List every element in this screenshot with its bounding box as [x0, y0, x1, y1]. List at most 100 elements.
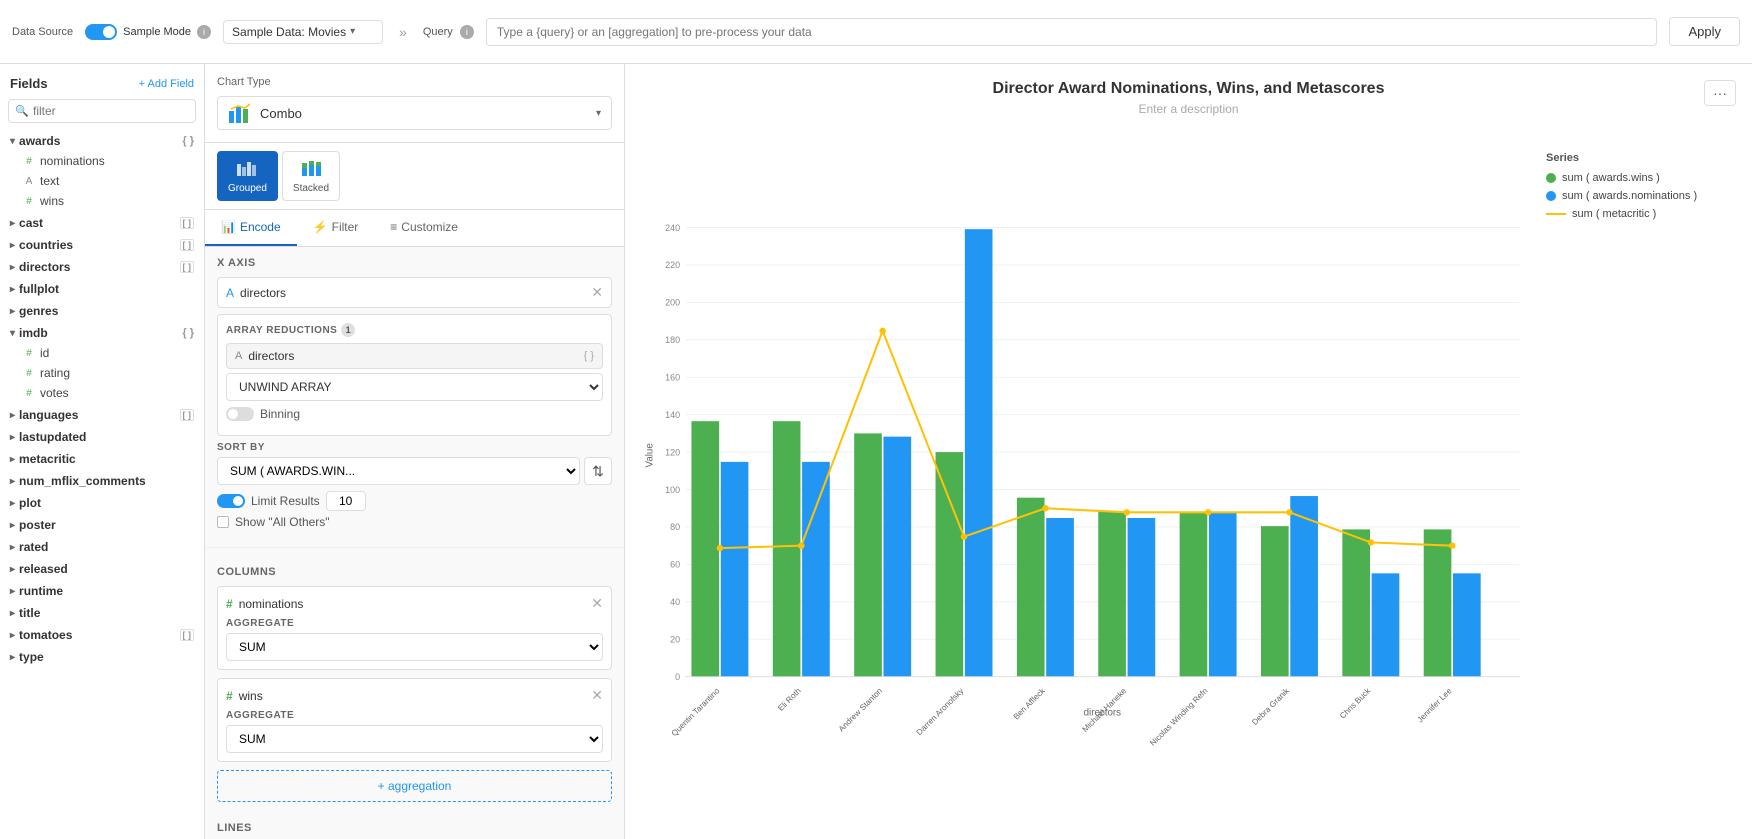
stacked-icon: [300, 158, 322, 181]
nominations-field-delete-button[interactable]: ✕: [591, 595, 603, 612]
field-group-header-runtime[interactable]: ▸ runtime: [0, 581, 204, 601]
field-group-plot: ▸ plot: [0, 493, 204, 513]
search-icon: 🔍: [15, 105, 29, 118]
data-source-select[interactable]: Sample Data: Movies ▾: [223, 20, 383, 44]
field-item-rating[interactable]: # rating: [0, 363, 204, 383]
field-item-id[interactable]: # id: [0, 343, 204, 363]
sort-direction-button[interactable]: ⇅: [584, 457, 612, 485]
field-item-text[interactable]: A text: [0, 171, 204, 191]
limit-results-input[interactable]: [326, 491, 366, 511]
field-group-header-countries[interactable]: ▸ countries [ ]: [0, 235, 204, 255]
field-group-header-plot[interactable]: ▸ plot: [0, 493, 204, 513]
field-group-header-released[interactable]: ▸ released: [0, 559, 204, 579]
show-all-others-checkbox[interactable]: [217, 516, 229, 528]
field-item-votes[interactable]: # votes: [0, 383, 204, 403]
nominations-aggregate-dropdown[interactable]: SUM AVG COUNT MIN MAX: [226, 633, 603, 661]
field-group-header-num-mflix[interactable]: ▸ num_mflix_comments: [0, 471, 204, 491]
tab-stacked[interactable]: Stacked: [282, 151, 340, 201]
chart-type-select[interactable]: Combo ▾: [217, 96, 612, 130]
svg-text:Jennifer Lee: Jennifer Lee: [1416, 686, 1454, 724]
apply-button[interactable]: Apply: [1669, 17, 1740, 46]
combo-chart-icon: [228, 103, 252, 123]
group-name-runtime: runtime: [19, 584, 63, 598]
expand-icon-runtime: ▸: [10, 586, 15, 597]
bar-affleck-wins: [1017, 498, 1045, 677]
field-group-header-type[interactable]: ▸ type: [0, 647, 204, 667]
tab-filter[interactable]: ⚡ Filter: [297, 210, 375, 246]
wins-field-delete-button[interactable]: ✕: [591, 687, 603, 704]
meta-dot-2: [879, 328, 886, 335]
sample-mode-info[interactable]: i: [197, 25, 211, 39]
field-icon-votes: #: [22, 386, 36, 400]
field-group-cast: ▸ cast [ ]: [0, 213, 204, 233]
query-input[interactable]: [486, 18, 1658, 46]
svg-text:140: 140: [665, 410, 680, 420]
expand-icon-cast: ▸: [10, 218, 15, 229]
svg-text:Debra Granik: Debra Granik: [1250, 686, 1291, 727]
svg-text:Ben Affleck: Ben Affleck: [1012, 686, 1048, 722]
unwind-select: UNWIND ARRAY COUNT JOIN: [226, 373, 603, 401]
svg-text:Andrew Stanton: Andrew Stanton: [837, 686, 884, 733]
svg-text:240: 240: [665, 223, 680, 233]
expand-icon-languages: ▸: [10, 410, 15, 421]
unwind-dropdown[interactable]: UNWIND ARRAY COUNT JOIN: [226, 373, 603, 401]
x-axis-field-delete-button[interactable]: ✕: [591, 284, 603, 301]
binning-toggle[interactable]: [226, 407, 254, 421]
tab-customize[interactable]: ≡ Customize: [374, 210, 474, 246]
tab-grouped[interactable]: Grouped: [217, 151, 278, 201]
field-group-header-awards[interactable]: ▾ awards { }: [0, 131, 204, 151]
directors-sub-field-icon: A: [235, 350, 242, 362]
field-icon-wins: #: [22, 194, 36, 208]
query-info-badge[interactable]: i: [460, 25, 474, 39]
filter-icon: ⚡: [313, 220, 328, 234]
add-aggregation-button[interactable]: + aggregation: [217, 770, 612, 802]
chart-type-label: Chart Type: [217, 76, 612, 88]
field-item-wins[interactable]: # wins: [0, 191, 204, 211]
chart-more-button[interactable]: ···: [1704, 80, 1736, 106]
field-group-header-metacritic[interactable]: ▸ metacritic: [0, 449, 204, 469]
sort-by-dropdown[interactable]: SUM ( AWARDS.WIN... SUM ( AWARDS.NOM... …: [217, 457, 580, 485]
field-group-header-lastupdated[interactable]: ▸ lastupdated: [0, 427, 204, 447]
field-group-title: ▸ title: [0, 603, 204, 623]
group-name-languages: languages: [19, 408, 78, 422]
bar-lee-wins: [1424, 529, 1452, 676]
field-group-metacritic: ▸ metacritic: [0, 449, 204, 469]
field-group-header-poster[interactable]: ▸ poster: [0, 515, 204, 535]
field-search-input[interactable]: [8, 99, 196, 123]
field-item-nominations[interactable]: # nominations: [0, 151, 204, 171]
sample-mode-label: Sample Mode: [123, 26, 191, 38]
field-group-header-title[interactable]: ▸ title: [0, 603, 204, 623]
field-group-header-genres[interactable]: ▸ genres: [0, 301, 204, 321]
limit-results-toggle[interactable]: [217, 494, 245, 508]
lines-section: Lines: [205, 812, 624, 839]
group-name-genres: genres: [19, 304, 58, 318]
svg-text:directors: directors: [1084, 708, 1122, 719]
field-group-header-tomatoes[interactable]: ▸ tomatoes [ ]: [0, 625, 204, 645]
field-group-directors: ▸ directors [ ]: [0, 257, 204, 277]
field-group-header-directors[interactable]: ▸ directors [ ]: [0, 257, 204, 277]
field-name-id: id: [40, 346, 194, 360]
field-group-rated: ▸ rated: [0, 537, 204, 557]
field-group-header-fullplot[interactable]: ▸ fullplot: [0, 279, 204, 299]
field-group-genres: ▸ genres: [0, 301, 204, 321]
chart-svg: 240 220 200 180 160 140 120 100 80 60 40…: [641, 132, 1536, 795]
legend-dot-nominations: [1546, 191, 1556, 201]
tab-encode[interactable]: 📊 Encode: [205, 210, 297, 246]
meta-dot-7: [1286, 509, 1293, 516]
add-field-button[interactable]: + Add Field: [139, 78, 194, 90]
field-group-header-languages[interactable]: ▸ languages [ ]: [0, 405, 204, 425]
directors-sub-field: A directors { }: [226, 343, 603, 369]
field-group-header-imdb[interactable]: ▾ imdb { }: [0, 323, 204, 343]
svg-text:Value: Value: [644, 443, 655, 467]
svg-text:20: 20: [670, 635, 680, 645]
legend-line-metacritic: [1546, 213, 1566, 215]
main-layout: Fields + Add Field 🔍 ▾ awards { } # nomi…: [0, 64, 1752, 839]
field-group-header-cast[interactable]: ▸ cast [ ]: [0, 213, 204, 233]
sample-mode-toggle[interactable]: [85, 24, 117, 40]
bar-refn-nom: [1209, 512, 1237, 677]
field-group-header-rated[interactable]: ▸ rated: [0, 537, 204, 557]
show-all-others-label: Show "All Others": [235, 515, 330, 529]
config-panel: Chart Type Combo ▾: [205, 64, 625, 839]
directors-sub-field-name: directors: [248, 349, 577, 363]
wins-aggregate-dropdown[interactable]: SUM AVG COUNT MIN MAX: [226, 725, 603, 753]
